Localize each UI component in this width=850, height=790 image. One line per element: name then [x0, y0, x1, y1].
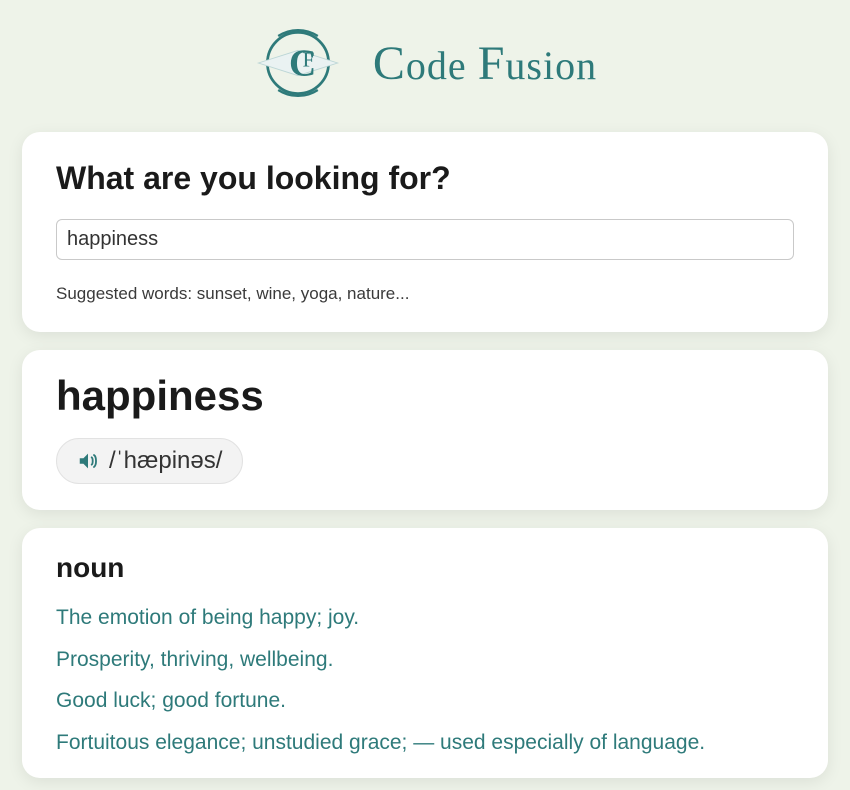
- word-card: happiness /ˈhæpinəs/: [22, 350, 828, 510]
- header: C F Code Fusion: [0, 0, 850, 132]
- definition-item: Fortuitous elegance; unstudied grace; — …: [56, 727, 794, 759]
- play-pronunciation-button[interactable]: /ˈhæpinəs/: [56, 438, 243, 484]
- speaker-icon: [77, 450, 99, 472]
- definition-item: The emotion of being happy; joy.: [56, 602, 794, 634]
- phonetic-text: /ˈhæpinəs/: [109, 447, 222, 475]
- logo-icon: C F: [253, 18, 343, 108]
- search-suggestions: Suggested words: sunset, wine, yoga, nat…: [56, 284, 794, 304]
- definition-item: Prosperity, thriving, wellbeing.: [56, 644, 794, 676]
- svg-text:F: F: [302, 48, 314, 72]
- logo-mark: C F: [253, 18, 343, 108]
- search-heading: What are you looking for?: [56, 160, 794, 197]
- search-card: What are you looking for? Suggested word…: [22, 132, 828, 332]
- definition-item: Good luck; good fortune.: [56, 685, 794, 717]
- brand-name: Code Fusion: [373, 36, 597, 91]
- part-of-speech: noun: [56, 552, 794, 584]
- search-input[interactable]: [56, 219, 794, 260]
- definition-card: noun The emotion of being happy; joy. Pr…: [22, 528, 828, 778]
- word-title: happiness: [56, 372, 794, 420]
